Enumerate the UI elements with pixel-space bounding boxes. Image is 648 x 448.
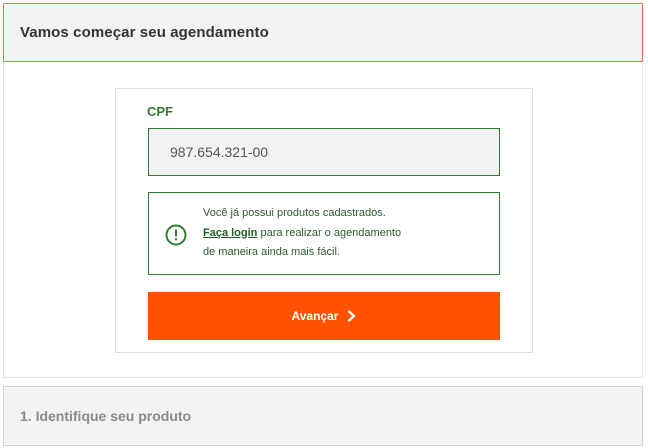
step-2-title: 1. Identifique seu produto — [20, 408, 192, 424]
cpf-card: CPF Você já possui produtos cadastrados.… — [115, 88, 533, 353]
page-title: Vamos começar seu agendamento — [20, 24, 269, 41]
notice-line-1: Você já possui produtos cadastrados. — [203, 207, 386, 219]
notice-line-2-text: para realizar o agendamento — [257, 226, 402, 239]
next-button-label: Avançar — [291, 309, 339, 323]
cpf-input[interactable] — [148, 128, 500, 176]
chevron-right-icon — [348, 310, 356, 322]
login-link[interactable]: Faça login — [203, 227, 257, 239]
notice-line-3: de maneira ainda mais fácil. — [203, 246, 340, 258]
alert-circle-icon — [165, 224, 187, 246]
registered-products-notice: Você já possui produtos cadastrados. Faç… — [148, 192, 500, 275]
next-button[interactable]: Avançar — [148, 292, 500, 340]
step-panel: CPF Você já possui produtos cadastrados.… — [3, 62, 643, 378]
notice-line-2: Faça login para realizar o agendamento — [203, 224, 493, 244]
notice-text: Você já possui produtos cadastrados. Faç… — [203, 204, 493, 263]
step-2-header[interactable]: 1. Identifique seu produto — [3, 386, 643, 446]
step-header: Vamos começar seu agendamento — [3, 3, 643, 62]
cpf-label: CPF — [147, 104, 173, 119]
